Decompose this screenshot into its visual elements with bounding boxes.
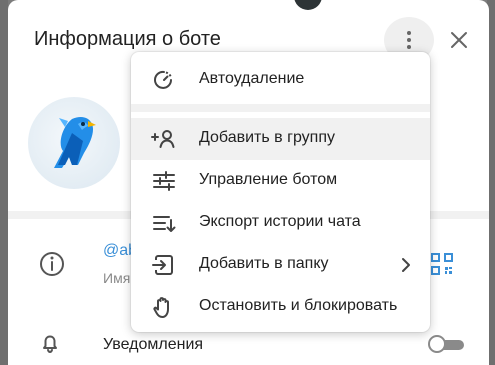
bell-icon bbox=[38, 331, 62, 355]
left-background-strip bbox=[0, 0, 8, 365]
stop-hand-icon bbox=[151, 295, 177, 319]
menu-item-label: Автоудаление bbox=[199, 70, 305, 87]
menu-item-label: Добавить в папку bbox=[199, 255, 329, 272]
menu-separator bbox=[131, 104, 430, 112]
toggle-thumb bbox=[428, 335, 446, 353]
info-icon bbox=[38, 250, 66, 278]
chevron-right-icon bbox=[399, 257, 413, 273]
menu-item-export-chat-history[interactable]: Экспорт истории чата bbox=[131, 202, 430, 244]
bot-actions-menu: Автоудаление Добавить в группу Управлени… bbox=[131, 52, 430, 332]
menu-item-label: Экспорт истории чата bbox=[199, 213, 361, 230]
more-vertical-icon bbox=[407, 31, 411, 49]
menu-item-stop-and-block[interactable]: Остановить и блокировать bbox=[131, 286, 430, 328]
menu-item-label: Управление ботом bbox=[199, 171, 338, 188]
background-avatar bbox=[294, 0, 322, 10]
bot-avatar[interactable] bbox=[28, 97, 120, 189]
timer-icon bbox=[151, 68, 177, 92]
add-user-icon bbox=[151, 127, 177, 151]
menu-item-label: Остановить и блокировать bbox=[199, 297, 398, 314]
close-icon bbox=[451, 32, 467, 48]
menu-item-manage-bot[interactable]: Управление ботом bbox=[131, 160, 430, 202]
username-caption: Имя bbox=[103, 270, 131, 286]
qr-code-icon[interactable] bbox=[430, 252, 454, 276]
sliders-icon bbox=[151, 169, 177, 193]
page-title: Информация о боте bbox=[34, 28, 221, 50]
notifications-toggle[interactable] bbox=[428, 334, 466, 354]
close-button[interactable] bbox=[443, 24, 475, 56]
notifications-label: Уведомления bbox=[103, 336, 204, 353]
menu-item-add-to-group[interactable]: Добавить в группу bbox=[131, 118, 430, 160]
export-list-icon bbox=[151, 211, 177, 235]
menu-item-add-to-folder[interactable]: Добавить в папку bbox=[131, 244, 430, 286]
menu-item-label: Добавить в группу bbox=[199, 129, 335, 146]
menu-item-auto-delete[interactable]: Автоудаление bbox=[131, 59, 430, 101]
bird-logo-icon bbox=[54, 116, 96, 168]
folder-add-icon bbox=[151, 253, 177, 277]
